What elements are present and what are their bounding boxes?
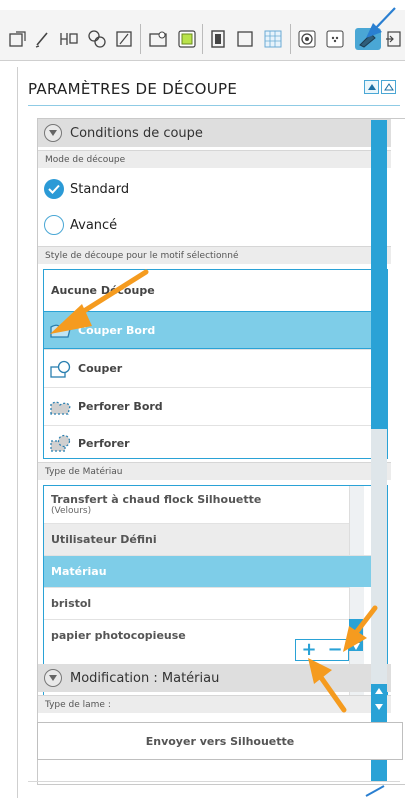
scroll-up-arrow-icon[interactable] (371, 684, 387, 698)
panel-expand-button[interactable] (364, 80, 379, 94)
registration-icon[interactable] (58, 28, 80, 50)
grid-icon[interactable] (262, 28, 284, 50)
mode-label: Mode de découpe (38, 150, 391, 168)
fill-color-icon[interactable] (148, 28, 170, 50)
library-icon[interactable] (113, 28, 135, 50)
annotation-arrow-icon (50, 269, 149, 334)
pencil-icon[interactable] (32, 28, 54, 50)
toolbar (0, 7, 405, 61)
top-gap (0, 0, 405, 10)
conditions-header[interactable]: Conditions de coupe (38, 119, 391, 147)
cut-style-label: Style de découpe pour le motif sélection… (38, 246, 391, 264)
material-label: Type de Matériau (38, 462, 391, 480)
perforate-icon (50, 434, 71, 452)
cut-icon (50, 360, 71, 378)
collapse-chevron-icon[interactable] (44, 669, 62, 687)
modification-title: Modification : Matériau (70, 670, 220, 686)
standard-radio[interactable] (44, 179, 64, 199)
material-item[interactable]: Utilisateur Défini (44, 523, 349, 555)
print-cut-icon[interactable] (324, 28, 346, 50)
replicate-icon[interactable] (86, 28, 108, 50)
conditions-title: Conditions de coupe (70, 125, 203, 141)
offset-icon[interactable] (234, 28, 256, 50)
perforate-edge-icon (50, 401, 71, 415)
advanced-radio[interactable] (44, 215, 64, 235)
material-item[interactable]: Transfert à chaud flock Silhouette (Velo… (44, 486, 349, 523)
panel-collapse-button[interactable] (381, 80, 396, 94)
page-icon[interactable] (208, 28, 230, 50)
material-item[interactable]: bristol (44, 587, 349, 619)
standard-label: Standard (70, 182, 130, 197)
annotation-arrow-icon (366, 7, 396, 38)
fill-gradient-icon[interactable] (176, 28, 198, 50)
panel-title: PARAMÈTRES DE DÉCOUPE (28, 80, 238, 98)
style-option-perforate-edge[interactable]: Perforer Bord (44, 387, 387, 425)
page-setup-icon[interactable] (6, 28, 28, 50)
style-option-perforate[interactable]: Perforer (44, 425, 387, 458)
material-item-selected[interactable]: Matériau (44, 555, 387, 587)
advanced-label: Avancé (70, 218, 118, 233)
scroll-down-arrow-icon[interactable] (371, 700, 387, 714)
trace-icon[interactable] (296, 28, 318, 50)
annotation-arrow-icon (308, 658, 347, 713)
annotation-arrow-icon (365, 785, 385, 797)
send-to-silhouette-button[interactable]: Envoyer vers Silhouette (37, 722, 403, 760)
collapse-chevron-icon[interactable] (44, 124, 62, 142)
